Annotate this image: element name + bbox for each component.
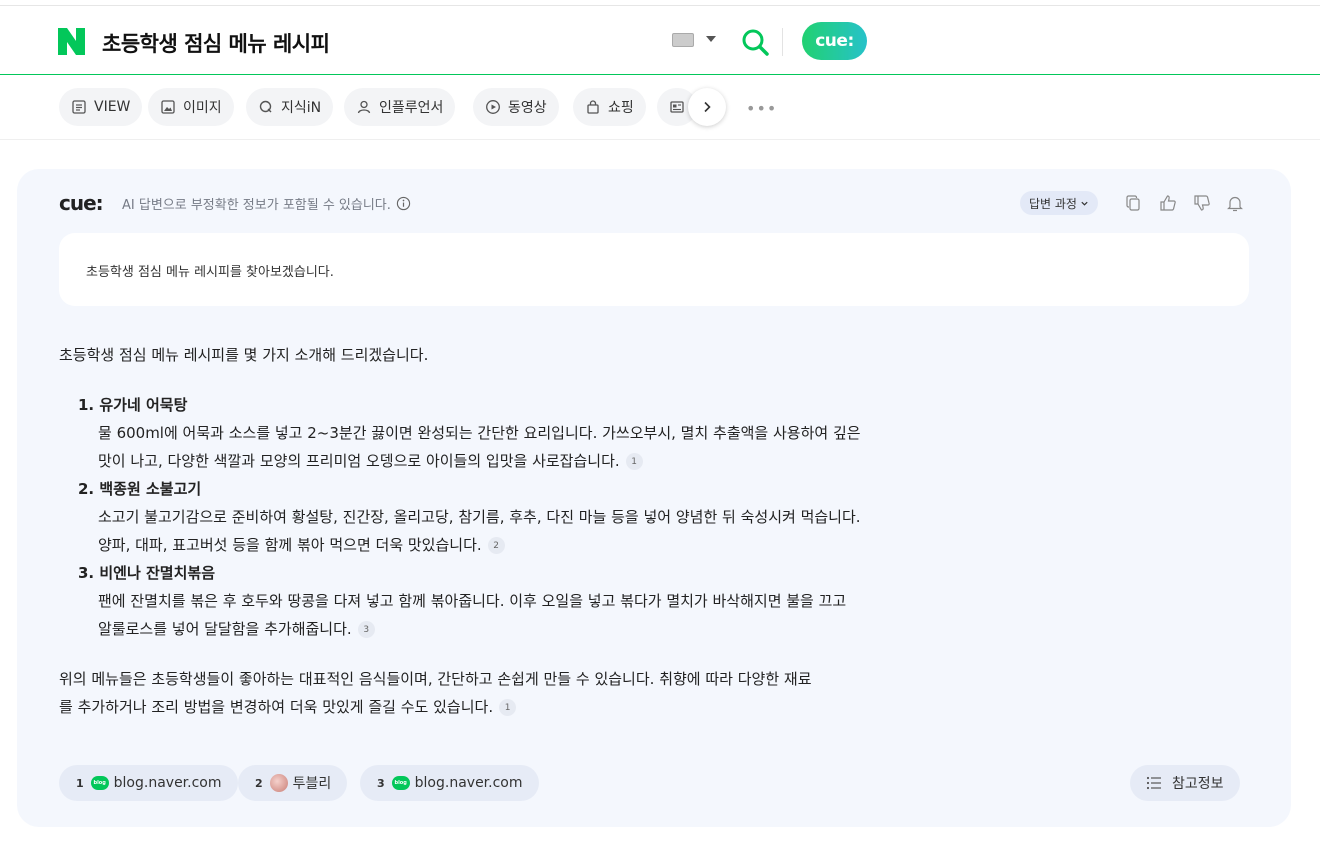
source-label: blog.naver.com (414, 775, 523, 791)
answer-body: 초등학생 점심 메뉴 레시피를 몇 가지 소개해 드리겠습니다. 1. 유가네 … (59, 341, 1059, 721)
source-chip[interactable]: 3 blog blog.naver.com (360, 765, 539, 801)
list-icon (1146, 776, 1161, 790)
search-tabs: VIEW 이미지 지식iN 인플루언서 동영상 쇼핑 ••• (0, 76, 1320, 140)
cue-query-box: 초등학생 점심 메뉴 레시피를 찾아보겠습니다. (59, 233, 1249, 306)
chevron-down-icon[interactable] (706, 36, 716, 42)
tab-video[interactable]: 동영상 (473, 88, 559, 126)
item-title: 3. 비엔나 잔멸치볶음 (78, 564, 215, 582)
tab-label: 쇼핑 (608, 100, 634, 116)
play-icon (486, 100, 500, 114)
tab-label: VIEW (94, 99, 131, 115)
thumbs-up-icon[interactable] (1159, 194, 1177, 212)
process-label: 답변 과정 (1029, 196, 1077, 211)
reference-label: 참고정보 (1172, 776, 1224, 792)
reference-button[interactable]: 참고정보 (1130, 765, 1240, 801)
answer-intro: 초등학생 점심 메뉴 레시피를 몇 가지 소개해 드리겠습니다. (59, 346, 429, 364)
copy-icon[interactable] (1125, 194, 1143, 212)
tab-view[interactable]: VIEW (59, 88, 143, 126)
info-icon[interactable] (396, 196, 411, 211)
answer-outro: 위의 메뉴들은 초등학생들이 좋아하는 대표적인 음식들이며, 간단하고 손쉽게… (59, 670, 812, 716)
cue-logo: cue: (59, 191, 104, 215)
header-divider (782, 28, 783, 56)
item-body: 팬에 잔멸치를 볶은 후 호두와 땅콩을 다져 넣고 함께 볶아줍니다. 이후 … (98, 592, 847, 638)
cue-answer-card: cue: AI 답변으로 부정확한 정보가 포함될 수 있습니다. 답변 과정 … (17, 169, 1291, 827)
q-icon (259, 100, 272, 113)
blog-icon: blog (90, 776, 109, 790)
list-item: 3. 비엔나 잔멸치볶음 팬에 잔멸치를 볶은 후 호두와 땅콩을 다져 넣고 … (78, 559, 1059, 643)
citation-badge[interactable]: 2 (487, 537, 505, 554)
blog-icon: blog (391, 776, 410, 790)
item-body: 물 600ml에 어묵과 소스를 넣고 2~3분간 끓이면 완성되는 간단한 요… (98, 424, 861, 470)
keyboard-icon[interactable] (672, 33, 694, 47)
list-item: 1. 유가네 어묵탕 물 600ml에 어묵과 소스를 넣고 2~3분간 끓이면… (78, 391, 1059, 475)
tab-label: 인플루언서 (379, 100, 444, 116)
list-item: 2. 백종원 소불고기 소고기 불고기감으로 준비하여 황설탕, 진간장, 올리… (78, 475, 1059, 559)
tab-kin[interactable]: 지식iN (246, 88, 334, 126)
item-title: 2. 백종원 소불고기 (78, 480, 202, 498)
answer-process-button[interactable]: 답변 과정 (1020, 191, 1098, 215)
image-icon (161, 100, 175, 114)
more-tabs-button[interactable]: ••• (746, 99, 777, 118)
naver-logo-icon[interactable] (58, 28, 85, 55)
item-body: 소고기 불고기감으로 준비하여 황설탕, 진간장, 올리고당, 참기름, 후추,… (98, 508, 861, 554)
item-title: 1. 유가네 어묵탕 (78, 396, 188, 414)
disclaimer-text: AI 답변으로 부정확한 정보가 포함될 수 있습니다. (122, 198, 391, 213)
bell-icon[interactable] (1226, 194, 1244, 212)
tab-label: 동영상 (508, 100, 547, 116)
source-chip[interactable]: 2 투블리 (238, 765, 348, 801)
document-icon (72, 100, 86, 114)
tab-influencer[interactable]: 인플루언서 (344, 88, 456, 126)
tab-label: 지식iN (281, 100, 322, 116)
citation-badge[interactable]: 1 (625, 453, 643, 470)
search-icon[interactable] (741, 28, 769, 56)
ai-disclaimer: AI 답변으로 부정확한 정보가 포함될 수 있습니다. (122, 194, 411, 213)
tabs-next-button[interactable] (688, 88, 726, 126)
thumbs-down-icon[interactable] (1193, 194, 1211, 212)
cue-button[interactable]: cue: (802, 22, 867, 60)
search-query[interactable]: 초등학생 점심 메뉴 레시피 (102, 28, 330, 58)
avatar (269, 774, 288, 792)
source-label: 투블리 (292, 776, 332, 792)
tab-shopping[interactable]: 쇼핑 (573, 88, 646, 126)
bag-icon (587, 100, 599, 114)
tab-label: 이미지 (183, 100, 222, 116)
chevron-down-icon (1081, 201, 1088, 206)
search-header: 초등학생 점심 메뉴 레시피 cue: (0, 6, 1320, 75)
citation-badge[interactable]: 1 (499, 699, 517, 716)
tab-image[interactable]: 이미지 (148, 88, 234, 126)
news-icon (670, 101, 684, 113)
person-icon (357, 100, 371, 114)
source-label: blog.naver.com (113, 775, 222, 791)
citation-badge[interactable]: 3 (357, 621, 375, 638)
cue-query-text: 초등학생 점심 메뉴 레시피를 찾아보겠습니다. (86, 265, 334, 280)
chevron-right-icon (704, 101, 711, 113)
source-chip[interactable]: 1 blog blog.naver.com (59, 765, 238, 801)
